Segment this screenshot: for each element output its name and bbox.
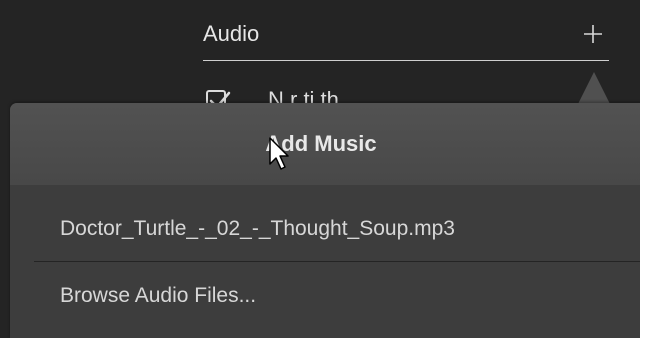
menu-separator [34, 261, 640, 262]
music-item-doctor-turtle[interactable]: Doctor_Turtle_-_02_-_Thought_Soup.mp3 [10, 204, 640, 256]
music-item-label: Doctor_Turtle_-_02_-_Thought_Soup.mp3 [60, 217, 455, 240]
popup-title: Add Music [265, 131, 377, 156]
audio-section-title: Audio [203, 21, 260, 46]
plus-icon [584, 25, 602, 43]
popup-arrow [578, 72, 610, 104]
audio-section-header: Audio [203, 22, 609, 61]
popup-header: Add Music [10, 103, 640, 185]
browse-audio-files-item[interactable]: Browse Audio Files... [10, 271, 640, 323]
mouse-pointer-icon [268, 136, 290, 172]
add-music-popup: Add Music Doctor_Turtle_-_02_-_Thought_S… [10, 103, 640, 338]
browse-audio-files-label: Browse Audio Files... [60, 284, 257, 307]
add-audio-button[interactable] [581, 22, 605, 46]
audio-panel: Audio N r ti th Add Music Doctor_Turtle_… [0, 0, 640, 338]
